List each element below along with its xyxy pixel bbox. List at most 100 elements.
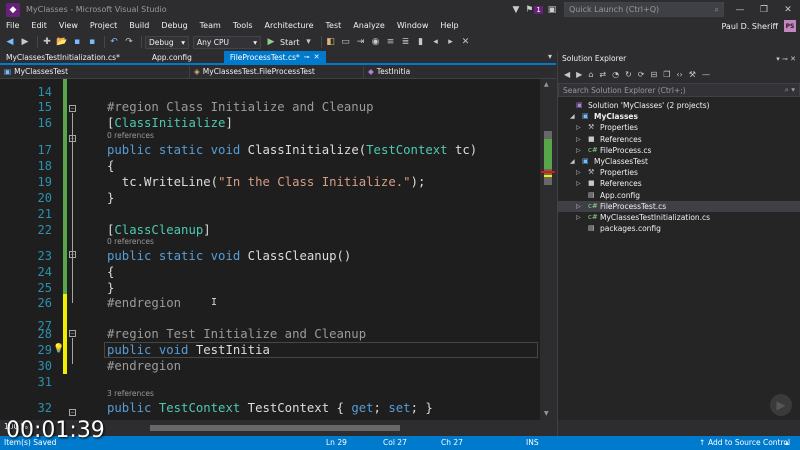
home-icon[interactable]: ⌂ [588,70,593,79]
bookmark-icon[interactable]: ▮ [415,35,427,49]
tree-item[interactable]: ▷ ■ References [558,134,800,145]
menu-build[interactable]: Build [123,19,155,33]
collapse-arrow-icon[interactable]: ◢ [570,156,575,167]
code-line[interactable]: 24 { [0,264,540,280]
open-file-icon[interactable]: 📂 [56,35,68,49]
codelens-references[interactable]: 0 references [107,131,154,141]
tree-item[interactable]: ▤ packages.config [558,223,800,234]
tree-item[interactable]: ▷ ⚒ Properties [558,122,800,133]
tab-overflow-icon[interactable]: ▾ [548,51,552,63]
refresh-icon[interactable]: ⟳ [638,70,645,79]
code-line[interactable]: 19 tc.WriteLine("In the Class Initialize… [0,174,540,190]
scroll-up-icon[interactable]: ▲ [544,81,549,88]
code-text[interactable]: #region Test Initialize and Cleanup [107,326,366,342]
type-dropdown[interactable]: ◈ MyClassesTest.FileProcessTest [190,65,364,78]
collapse-method-icon[interactable]: − [69,251,76,258]
expand-arrow-icon[interactable]: ▷ [576,178,581,189]
pending-changes-icon[interactable]: ◔ [612,70,619,79]
code-text[interactable]: } [107,280,114,296]
show-all-files-icon[interactable]: ❐ [663,70,670,79]
code-line[interactable]: 21 [0,206,540,222]
tree-item[interactable]: ▤ App.config [558,190,800,201]
menu-tools[interactable]: Tools [227,19,259,33]
start-play-icon[interactable]: ▶ [265,35,277,49]
new-project-icon[interactable]: ✚ [41,35,53,49]
platform-dropdown[interactable]: Any CPU ▾ [193,35,261,49]
chevron-down-icon[interactable]: ▾ [776,55,780,63]
comment-icon[interactable]: ≡ [385,35,397,49]
tree-item[interactable]: ▷ ■ References [558,178,800,189]
close-icon[interactable]: ✕ [314,53,320,61]
code-text[interactable]: { [107,158,114,174]
code-line[interactable]: 26 #endregion [0,295,540,311]
step-icon[interactable]: ⇥ [355,35,367,49]
codelens-references[interactable]: 3 references [107,389,154,399]
editor-vertical-scrollbar[interactable]: ▲ ▼ [540,79,556,420]
code-line[interactable]: 18 { [0,158,540,174]
solution-search-input[interactable]: Search Solution Explorer (Ctrl+;) ⌕ ▾ [558,83,800,97]
view-code-icon[interactable]: ‹› [676,70,682,79]
tab-app-config[interactable]: App.config [146,51,198,63]
code-text[interactable]: public static void ClassInitialize(TestC… [107,142,477,158]
avatar[interactable]: PS [784,20,796,32]
menu-window[interactable]: Window [391,19,435,33]
code-line[interactable]: 32 public TestContext TestContext { get; … [0,400,540,416]
save-icon[interactable]: ▪ [71,35,83,49]
code-text[interactable]: #endregion [107,295,181,311]
collapse-arrow-icon[interactable]: ◢ [570,111,575,122]
lightbulb-icon[interactable]: 💡 [53,344,64,355]
save-all-icon[interactable]: ▪ [86,35,98,49]
code-text[interactable]: #endregion [107,358,181,374]
code-editor[interactable]: 14 15 #region Class Initialize and Cleanup… [0,79,556,420]
code-line[interactable]: 30 #endregion [0,358,540,374]
collapse-property-icon[interactable]: − [69,409,76,416]
code-text[interactable]: public TestContext TestContext { get; se… [107,400,433,416]
sync-icon[interactable]: ↻ [625,70,632,79]
tree-item[interactable]: ◢ ▣ MyClassesTest [558,156,800,167]
expand-arrow-icon[interactable]: ▷ [576,134,581,145]
project-dropdown[interactable]: ▣ MyClassesTest [0,65,190,78]
forward-icon[interactable]: ▶ [576,70,582,79]
browser-icon[interactable]: ▭ [340,35,352,49]
notifications-flag-icon[interactable]: ⚑ 1 [525,4,543,16]
menu-debug[interactable]: Debug [155,19,193,33]
feedback-icon[interactable]: ▣ [546,4,558,16]
pin-icon[interactable]: ⊸ [304,53,310,61]
code-line[interactable]: 22 [ClassCleanup] [0,222,540,238]
code-text[interactable]: { [107,264,114,280]
scroll-down-icon[interactable]: ▼ [544,410,549,417]
tree-item[interactable]: ▷ c# FileProcess.cs [558,145,800,156]
user-account[interactable]: Paul D. Sheriff PS [721,19,796,33]
expand-arrow-icon[interactable]: ▷ [576,167,581,178]
code-text[interactable]: #region Class Initialize and Cleanup [107,99,374,115]
bookmark-clear-icon[interactable]: ✕ [460,35,472,49]
filter-icon[interactable]: ▼ [510,4,522,16]
codelens-references[interactable]: 0 references [107,237,154,247]
menu-analyze[interactable]: Analyze [347,19,391,33]
uncomment-icon[interactable]: ≣ [400,35,412,49]
close-icon[interactable]: ✕ [776,0,800,19]
code-line[interactable]: 25} [0,280,540,296]
restore-icon[interactable]: ❐ [752,0,776,19]
code-line[interactable]: 17 public static void ClassInitialize(Tes… [0,142,540,158]
properties-wrench-icon[interactable]: ⚒ [689,70,696,79]
tab-myclassestestinitialization[interactable]: MyClassesTestInitialization.cs* [0,51,126,63]
code-text[interactable]: [ClassInitialize] [107,115,233,131]
back-icon[interactable]: ◀ [564,70,570,79]
code-line[interactable]: 16 [ClassInitialize] [0,115,540,131]
menu-edit[interactable]: Edit [25,19,53,33]
minimize-icon[interactable]: — [728,0,752,19]
code-text[interactable]: tc.WriteLine("In the Class Initialize.")… [107,174,426,190]
user-name[interactable]: Paul D. Sheriff [721,22,778,31]
horizontal-scrollbar-thumb[interactable] [150,425,400,431]
member-dropdown[interactable]: ◆ TestInitia [364,66,540,78]
chevron-up-icon[interactable]: ▴ [785,438,789,447]
tree-item[interactable]: ◢ ▣ MyClasses [558,111,800,122]
more-icon[interactable]: — [702,70,710,79]
chevron-down-icon[interactable]: ▾ [303,35,315,49]
bookmark-next-icon[interactable]: ▸ [445,35,457,49]
bookmark-prev-icon[interactable]: ◂ [430,35,442,49]
expand-arrow-icon[interactable]: ▷ [576,212,581,223]
code-text[interactable]: public void TestInitia [107,342,270,358]
menu-project[interactable]: Project [84,19,123,33]
